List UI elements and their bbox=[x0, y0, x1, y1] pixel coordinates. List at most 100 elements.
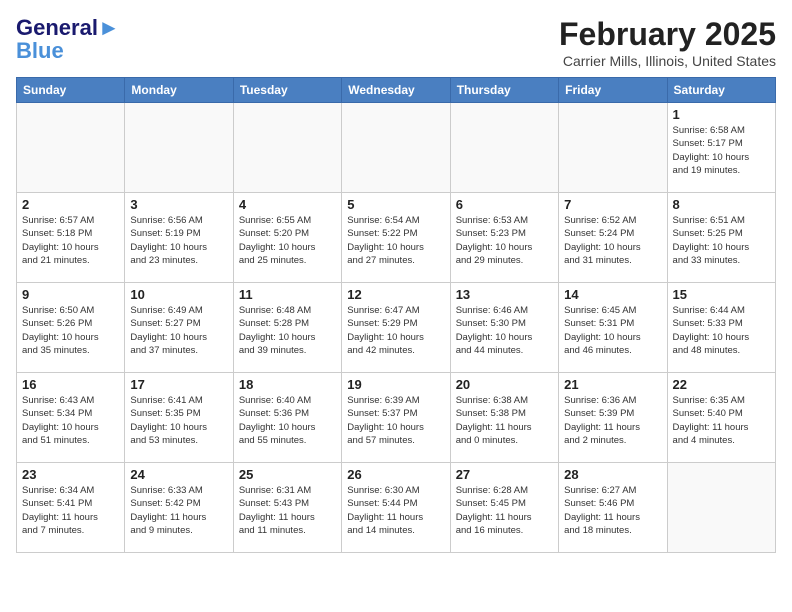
calendar-cell-w2-d2: 11 Sunrise: 6:48 AMSunset: 5:28 PMDayligh… bbox=[233, 283, 341, 373]
day-info: Sunrise: 6:39 AMSunset: 5:37 PMDaylight:… bbox=[347, 394, 444, 447]
day-number: 23 bbox=[22, 467, 119, 482]
calendar-cell-w1-d6: 8 Sunrise: 6:51 AMSunset: 5:25 PMDaylight… bbox=[667, 193, 775, 283]
day-info: Sunrise: 6:54 AMSunset: 5:22 PMDaylight:… bbox=[347, 214, 444, 267]
day-info: Sunrise: 6:31 AMSunset: 5:43 PMDaylight:… bbox=[239, 484, 336, 537]
weekday-header-sunday: Sunday bbox=[17, 78, 125, 103]
day-info: Sunrise: 6:27 AMSunset: 5:46 PMDaylight:… bbox=[564, 484, 661, 537]
day-number: 22 bbox=[673, 377, 770, 392]
day-number: 18 bbox=[239, 377, 336, 392]
day-number: 10 bbox=[130, 287, 227, 302]
calendar-cell-w4-d3: 26 Sunrise: 6:30 AMSunset: 5:44 PMDayligh… bbox=[342, 463, 450, 553]
day-info: Sunrise: 6:36 AMSunset: 5:39 PMDaylight:… bbox=[564, 394, 661, 447]
day-number: 24 bbox=[130, 467, 227, 482]
day-number: 3 bbox=[130, 197, 227, 212]
logo: General► Blue bbox=[16, 16, 120, 64]
day-number: 21 bbox=[564, 377, 661, 392]
day-number: 28 bbox=[564, 467, 661, 482]
location-title: Carrier Mills, Illinois, United States bbox=[559, 53, 776, 69]
day-info: Sunrise: 6:40 AMSunset: 5:36 PMDaylight:… bbox=[239, 394, 336, 447]
day-info: Sunrise: 6:49 AMSunset: 5:27 PMDaylight:… bbox=[130, 304, 227, 357]
day-info: Sunrise: 6:30 AMSunset: 5:44 PMDaylight:… bbox=[347, 484, 444, 537]
day-number: 13 bbox=[456, 287, 553, 302]
calendar-cell-w2-d0: 9 Sunrise: 6:50 AMSunset: 5:26 PMDaylight… bbox=[17, 283, 125, 373]
day-number: 20 bbox=[456, 377, 553, 392]
calendar-cell-w4-d0: 23 Sunrise: 6:34 AMSunset: 5:41 PMDayligh… bbox=[17, 463, 125, 553]
calendar-cell-w0-d4 bbox=[450, 103, 558, 193]
calendar-cell-w3-d0: 16 Sunrise: 6:43 AMSunset: 5:34 PMDayligh… bbox=[17, 373, 125, 463]
calendar-cell-w3-d2: 18 Sunrise: 6:40 AMSunset: 5:36 PMDayligh… bbox=[233, 373, 341, 463]
day-number: 14 bbox=[564, 287, 661, 302]
day-info: Sunrise: 6:35 AMSunset: 5:40 PMDaylight:… bbox=[673, 394, 770, 447]
calendar-cell-w4-d1: 24 Sunrise: 6:33 AMSunset: 5:42 PMDayligh… bbox=[125, 463, 233, 553]
calendar-cell-w4-d4: 27 Sunrise: 6:28 AMSunset: 5:45 PMDayligh… bbox=[450, 463, 558, 553]
day-number: 1 bbox=[673, 107, 770, 122]
day-info: Sunrise: 6:46 AMSunset: 5:30 PMDaylight:… bbox=[456, 304, 553, 357]
day-info: Sunrise: 6:43 AMSunset: 5:34 PMDaylight:… bbox=[22, 394, 119, 447]
day-number: 8 bbox=[673, 197, 770, 212]
calendar-cell-w1-d2: 4Sunrise: 6:55 AMSunset: 5:20 PMDaylight… bbox=[233, 193, 341, 283]
day-info: Sunrise: 6:41 AMSunset: 5:35 PMDaylight:… bbox=[130, 394, 227, 447]
day-info: Sunrise: 6:38 AMSunset: 5:38 PMDaylight:… bbox=[456, 394, 553, 447]
title-block: February 2025 Carrier Mills, Illinois, U… bbox=[559, 16, 776, 69]
calendar-cell-w0-d1 bbox=[125, 103, 233, 193]
calendar-cell-w1-d5: 7 Sunrise: 6:52 AMSunset: 5:24 PMDaylight… bbox=[559, 193, 667, 283]
day-number: 26 bbox=[347, 467, 444, 482]
calendar-cell-w0-d3 bbox=[342, 103, 450, 193]
calendar-cell-w2-d6: 15 Sunrise: 6:44 AMSunset: 5:33 PMDayligh… bbox=[667, 283, 775, 373]
day-info: Sunrise: 6:55 AMSunset: 5:20 PMDaylight:… bbox=[239, 214, 336, 267]
day-number: 15 bbox=[673, 287, 770, 302]
day-info: Sunrise: 6:56 AMSunset: 5:19 PMDaylight:… bbox=[130, 214, 227, 267]
day-info: Sunrise: 6:50 AMSunset: 5:26 PMDaylight:… bbox=[22, 304, 119, 357]
day-number: 12 bbox=[347, 287, 444, 302]
calendar-cell-w2-d5: 14 Sunrise: 6:45 AMSunset: 5:31 PMDayligh… bbox=[559, 283, 667, 373]
calendar-cell-w2-d3: 12Sunrise: 6:47 AMSunset: 5:29 PMDayligh… bbox=[342, 283, 450, 373]
day-number: 19 bbox=[347, 377, 444, 392]
calendar-cell-w4-d5: 28 Sunrise: 6:27 AMSunset: 5:46 PMDayligh… bbox=[559, 463, 667, 553]
day-info: Sunrise: 6:57 AMSunset: 5:18 PMDaylight:… bbox=[22, 214, 119, 267]
logo-text: General► bbox=[16, 16, 120, 40]
calendar-cell-w3-d5: 21 Sunrise: 6:36 AMSunset: 5:39 PMDayligh… bbox=[559, 373, 667, 463]
calendar-cell-w4-d6 bbox=[667, 463, 775, 553]
day-number: 9 bbox=[22, 287, 119, 302]
calendar-cell-w3-d1: 17 Sunrise: 6:41 AMSunset: 5:35 PMDayligh… bbox=[125, 373, 233, 463]
calendar-cell-w2-d1: 10 Sunrise: 6:49 AMSunset: 5:27 PMDayligh… bbox=[125, 283, 233, 373]
calendar-cell-w4-d2: 25 Sunrise: 6:31 AMSunset: 5:43 PMDayligh… bbox=[233, 463, 341, 553]
day-number: 17 bbox=[130, 377, 227, 392]
day-number: 2 bbox=[22, 197, 119, 212]
day-number: 27 bbox=[456, 467, 553, 482]
day-info: Sunrise: 6:45 AMSunset: 5:31 PMDaylight:… bbox=[564, 304, 661, 357]
day-number: 11 bbox=[239, 287, 336, 302]
day-number: 6 bbox=[456, 197, 553, 212]
weekday-header-tuesday: Tuesday bbox=[233, 78, 341, 103]
calendar-cell-w0-d2 bbox=[233, 103, 341, 193]
day-info: Sunrise: 6:28 AMSunset: 5:45 PMDaylight:… bbox=[456, 484, 553, 537]
weekday-header-saturday: Saturday bbox=[667, 78, 775, 103]
day-info: Sunrise: 6:58 AMSunset: 5:17 PMDaylight:… bbox=[673, 124, 770, 177]
logo-blue: Blue bbox=[16, 38, 64, 64]
calendar-cell-w1-d1: 3 Sunrise: 6:56 AMSunset: 5:19 PMDaylight… bbox=[125, 193, 233, 283]
day-info: Sunrise: 6:48 AMSunset: 5:28 PMDaylight:… bbox=[239, 304, 336, 357]
day-info: Sunrise: 6:53 AMSunset: 5:23 PMDaylight:… bbox=[456, 214, 553, 267]
calendar-cell-w1-d4: 6 Sunrise: 6:53 AMSunset: 5:23 PMDaylight… bbox=[450, 193, 558, 283]
page-header: General► Blue February 2025 Carrier Mill… bbox=[16, 16, 776, 69]
weekday-header-thursday: Thursday bbox=[450, 78, 558, 103]
day-info: Sunrise: 6:44 AMSunset: 5:33 PMDaylight:… bbox=[673, 304, 770, 357]
calendar-cell-w2-d4: 13 Sunrise: 6:46 AMSunset: 5:30 PMDayligh… bbox=[450, 283, 558, 373]
weekday-header-friday: Friday bbox=[559, 78, 667, 103]
calendar-cell-w0-d5 bbox=[559, 103, 667, 193]
day-info: Sunrise: 6:52 AMSunset: 5:24 PMDaylight:… bbox=[564, 214, 661, 267]
calendar-cell-w0-d0 bbox=[17, 103, 125, 193]
day-info: Sunrise: 6:34 AMSunset: 5:41 PMDaylight:… bbox=[22, 484, 119, 537]
day-info: Sunrise: 6:51 AMSunset: 5:25 PMDaylight:… bbox=[673, 214, 770, 267]
day-number: 16 bbox=[22, 377, 119, 392]
calendar-cell-w1-d3: 5Sunrise: 6:54 AMSunset: 5:22 PMDaylight… bbox=[342, 193, 450, 283]
calendar-cell-w1-d0: 2 Sunrise: 6:57 AMSunset: 5:18 PMDaylight… bbox=[17, 193, 125, 283]
weekday-header-monday: Monday bbox=[125, 78, 233, 103]
day-info: Sunrise: 6:33 AMSunset: 5:42 PMDaylight:… bbox=[130, 484, 227, 537]
calendar-table: SundayMondayTuesdayWednesdayThursdayFrid… bbox=[16, 77, 776, 553]
calendar-cell-w3-d6: 22 Sunrise: 6:35 AMSunset: 5:40 PMDayligh… bbox=[667, 373, 775, 463]
weekday-header-wednesday: Wednesday bbox=[342, 78, 450, 103]
calendar-cell-w3-d3: 19 Sunrise: 6:39 AMSunset: 5:37 PMDayligh… bbox=[342, 373, 450, 463]
day-number: 7 bbox=[564, 197, 661, 212]
day-number: 25 bbox=[239, 467, 336, 482]
